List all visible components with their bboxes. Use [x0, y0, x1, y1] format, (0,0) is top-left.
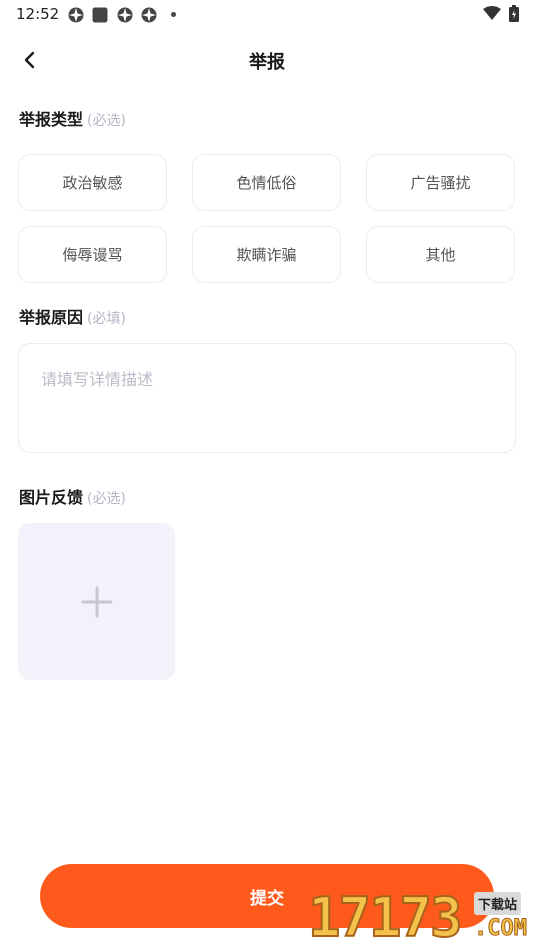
- report-reason-hint: (必填): [87, 311, 126, 327]
- image-feedback-title: 图片反馈: [19, 488, 84, 507]
- watermark-logo: 17173 下载站 .COM: [307, 885, 534, 950]
- image-feedback-hint: (必选): [87, 491, 126, 507]
- reason-textarea[interactable]: [18, 343, 516, 453]
- report-type-options: 政治敏感 色情低俗 广告骚扰 侮辱谩骂 欺瞒诈骗 其他: [18, 154, 516, 283]
- report-screen: 12:52 举报 举报类型 (必选) 政治敏感 色情低俗 广告骚扰 侮辱谩骂 欺…: [0, 0, 534, 950]
- type-option-fraud[interactable]: 欺瞒诈骗: [192, 226, 341, 283]
- square-icon: [92, 7, 108, 23]
- report-type-hint: (必选): [87, 113, 126, 129]
- watermark-com: .COM: [474, 916, 528, 942]
- image-upload-button[interactable]: [18, 523, 175, 680]
- app-icon: [68, 7, 84, 23]
- page-title: 举报: [249, 52, 285, 73]
- type-option-advertising[interactable]: 广告骚扰: [366, 154, 515, 211]
- report-type-title: 举报类型: [19, 110, 84, 129]
- battery-icon: [509, 5, 519, 22]
- app-icon: [117, 7, 133, 23]
- status-time: 12:52: [16, 5, 60, 23]
- wifi-icon: [483, 6, 501, 20]
- plus-icon: [81, 586, 112, 617]
- watermark-tag: 下载站: [474, 892, 522, 915]
- type-option-insult[interactable]: 侮辱谩骂: [18, 226, 167, 283]
- watermark-digits: 17173: [307, 885, 464, 950]
- dot-icon: [171, 12, 176, 17]
- report-reason-title: 举报原因: [19, 308, 84, 327]
- type-option-other[interactable]: 其他: [366, 226, 515, 283]
- report-type-heading: 举报类型 (必选): [19, 106, 126, 130]
- header: 举报: [0, 36, 534, 82]
- type-option-political[interactable]: 政治敏感: [18, 154, 167, 211]
- status-bar: 12:52: [0, 0, 534, 28]
- image-feedback-heading: 图片反馈 (必选): [19, 484, 126, 508]
- type-option-pornographic[interactable]: 色情低俗: [192, 154, 341, 211]
- report-reason-heading: 举报原因 (必填): [19, 304, 126, 328]
- app-icon: [141, 7, 157, 23]
